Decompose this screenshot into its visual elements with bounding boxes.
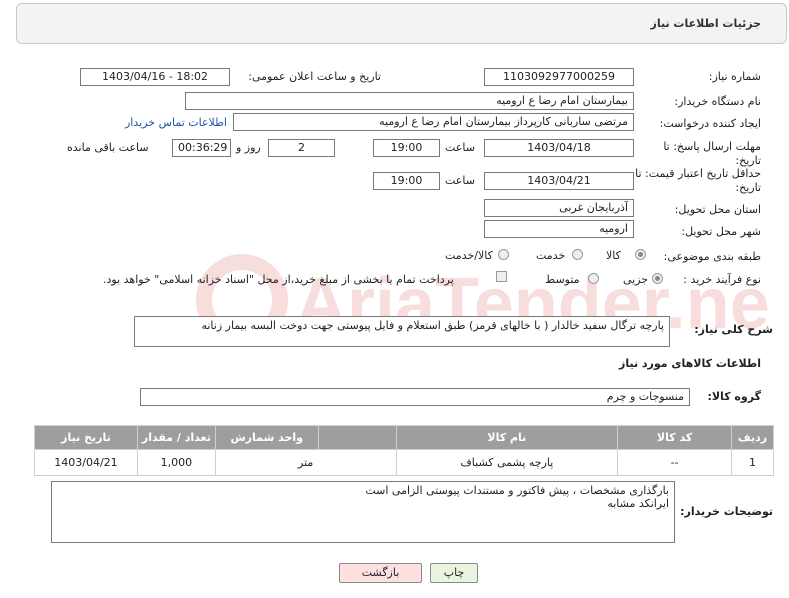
buyer-notes-label: توضیحات خریدار: bbox=[680, 505, 773, 518]
requester-field: مرتضی ساربانی کارپرداز بیمارستان امام رض… bbox=[233, 113, 634, 131]
goods-group-label: گروه کالا: bbox=[707, 390, 761, 403]
treasury-checkbox[interactable] bbox=[496, 271, 507, 282]
province-label: استان محل تحویل: bbox=[674, 203, 761, 216]
category-option-both: کالا/خدمت bbox=[445, 249, 493, 262]
city-label: شهر محل تحویل: bbox=[681, 225, 761, 238]
buyer-notes-textarea: بارگذاری مشخصات ، پیش فاکتور و مستندات پ… bbox=[51, 481, 675, 543]
col-unit-extra bbox=[317, 425, 397, 450]
requester-label: ایجاد کننده درخواست: bbox=[659, 117, 761, 130]
treasury-payment-note: پرداخت تمام یا بخشی از مبلغ خرید،از محل … bbox=[103, 273, 454, 286]
description-label: شرح کلی نیاز: bbox=[694, 323, 773, 336]
cell-row-index: 1 bbox=[730, 449, 775, 476]
print-button[interactable]: چاپ bbox=[430, 563, 478, 583]
need-number-label: شماره نیاز: bbox=[708, 70, 761, 83]
category-option-service: خدمت bbox=[536, 249, 566, 262]
goods-table-wrapper: تاریخ نیاز تعداد / مقدار واحد شمارش نام … bbox=[34, 425, 775, 476]
buyer-contact-link[interactable]: اطلاعات تماس خریدار bbox=[125, 116, 227, 129]
page-title: جزئیات اطلاعات نیاز bbox=[650, 17, 762, 30]
table-row: 1403/04/21 1,000 متر پارچه پشمی کشباف --… bbox=[34, 449, 775, 476]
category-radio-both[interactable] bbox=[498, 249, 509, 260]
deadline-label: مهلت ارسال پاسخ: تا تاریخ: bbox=[663, 140, 761, 167]
cell-quantity: 1,000 bbox=[136, 449, 216, 476]
buyer-notes-line-2: ایرانکد مشابه bbox=[607, 497, 669, 510]
process-type-label: نوع فرآیند خرید : bbox=[683, 273, 761, 286]
cell-unit: متر bbox=[214, 449, 397, 476]
buyer-org-label: نام دستگاه خریدار: bbox=[674, 95, 761, 108]
col-unit: واحد شمارش bbox=[214, 425, 319, 450]
category-radio-goods[interactable] bbox=[635, 249, 646, 260]
back-button[interactable]: بازگشت bbox=[339, 563, 422, 583]
process-option-medium: متوسط bbox=[545, 273, 580, 286]
announce-label: تاریخ و ساعت اعلان عمومی: bbox=[248, 70, 381, 83]
price-validity-time-label: ساعت bbox=[445, 174, 475, 187]
need-number-field: 1103092977000259 bbox=[484, 68, 634, 86]
province-field: آذربایجان غربی bbox=[484, 199, 634, 217]
col-need-date: تاریخ نیاز bbox=[34, 425, 138, 450]
process-option-minor: جزیی bbox=[623, 273, 649, 286]
days-label: روز و bbox=[236, 141, 261, 154]
goods-info-title: اطلاعات کالاهای مورد نیاز bbox=[619, 357, 761, 370]
cell-goods-code: -- bbox=[617, 449, 732, 476]
col-goods-code: کد کالا bbox=[617, 425, 732, 450]
cell-need-date: 1403/04/21 bbox=[34, 449, 138, 476]
process-radio-medium[interactable] bbox=[588, 273, 599, 284]
price-validity-date-field: 1403/04/21 bbox=[484, 172, 634, 190]
process-radio-minor[interactable] bbox=[652, 273, 663, 284]
category-label: طبقه بندی موضوعی: bbox=[663, 250, 761, 263]
announce-field: 1403/04/16 - 18:02 bbox=[80, 68, 230, 86]
days-field: 2 bbox=[268, 139, 335, 157]
goods-group-field: منسوجات و چرم bbox=[140, 388, 690, 406]
description-textarea: پارچه ترگال سفید خالدار ( با خالهای قرمز… bbox=[134, 316, 670, 347]
category-option-goods: کالا bbox=[606, 249, 621, 262]
buyer-notes-line-1: بارگذاری مشخصات ، پیش فاکتور و مستندات پ… bbox=[365, 484, 669, 497]
col-goods-name: نام کالا bbox=[395, 425, 619, 450]
city-field: ارومیه bbox=[484, 220, 634, 238]
remaining-time-field: 00:36:29 bbox=[172, 139, 231, 157]
goods-table: تاریخ نیاز تعداد / مقدار واحد شمارش نام … bbox=[34, 425, 775, 476]
col-row: ردیف bbox=[730, 425, 775, 450]
category-radio-service[interactable] bbox=[572, 249, 583, 260]
col-quantity: تعداد / مقدار bbox=[136, 425, 216, 450]
deadline-time-field: 19:00 bbox=[373, 139, 440, 157]
price-validity-label: حداقل تاریخ اعتبار قیمت: تا تاریخ: bbox=[635, 167, 761, 194]
price-validity-time-field: 19:00 bbox=[373, 172, 440, 190]
buyer-org-field: بیمارستان امام رضا ع ارومیه bbox=[185, 92, 634, 110]
goods-table-header: تاریخ نیاز تعداد / مقدار واحد شمارش نام … bbox=[34, 425, 775, 450]
cell-goods-name: پارچه پشمی کشباف bbox=[395, 449, 619, 476]
remaining-label: ساعت باقی مانده bbox=[67, 141, 149, 154]
deadline-time-label: ساعت bbox=[445, 141, 475, 154]
deadline-date-field: 1403/04/18 bbox=[484, 139, 634, 157]
